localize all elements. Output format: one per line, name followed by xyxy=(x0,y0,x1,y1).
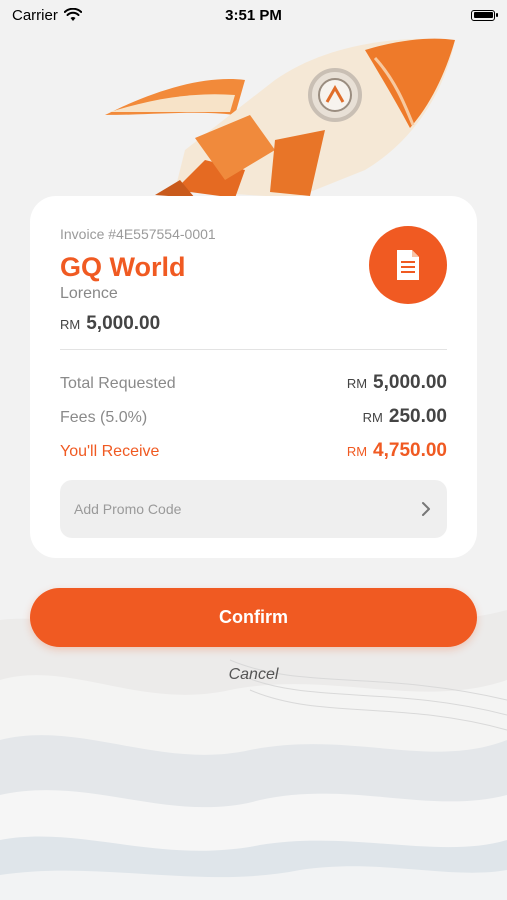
chevron-right-icon xyxy=(422,502,430,516)
confirm-button[interactable]: Confirm xyxy=(30,588,477,647)
invoice-card: Invoice #4E557554-0001 GQ World Lorence … xyxy=(30,196,477,558)
total-requested-amount: 5,000.00 xyxy=(373,372,447,393)
fees-row: Fees (5.0%) RM 250.00 xyxy=(60,406,447,427)
receive-amount: 4,750.00 xyxy=(373,440,447,461)
status-left: Carrier xyxy=(12,7,82,24)
cancel-link[interactable]: Cancel xyxy=(0,666,507,684)
invoice-amount: RM 5,000.00 xyxy=(60,313,447,335)
rocket-illustration xyxy=(105,38,455,198)
receive-value: RM 4,750.00 xyxy=(347,440,447,462)
divider xyxy=(60,349,447,350)
total-requested-label: Total Requested xyxy=(60,375,176,392)
battery-icon xyxy=(471,9,498,21)
receive-currency: RM xyxy=(346,444,368,459)
fees-label: Fees (5.0%) xyxy=(60,409,148,426)
fees-amount: 250.00 xyxy=(388,406,447,427)
invoice-currency: RM xyxy=(60,317,81,332)
wifi-icon xyxy=(63,8,82,21)
promo-code-button[interactable]: Add Promo Code xyxy=(60,480,447,538)
total-requested-row: Total Requested RM 5,000.00 xyxy=(60,372,447,393)
carrier-label: Carrier xyxy=(12,6,58,24)
view-document-button[interactable] xyxy=(369,226,447,304)
fees-value: RM 250.00 xyxy=(363,406,447,428)
document-icon xyxy=(397,250,419,280)
fees-currency: RM xyxy=(362,410,383,425)
total-requested-value: RM 5,000.00 xyxy=(347,372,447,394)
receive-label: You'll Receive xyxy=(60,443,160,460)
promo-code-label: Add Promo Code xyxy=(74,501,182,517)
receive-row: You'll Receive RM 4,750.00 xyxy=(60,440,447,461)
invoice-amount-value: 5,000.00 xyxy=(86,313,161,334)
total-requested-currency: RM xyxy=(346,376,368,391)
